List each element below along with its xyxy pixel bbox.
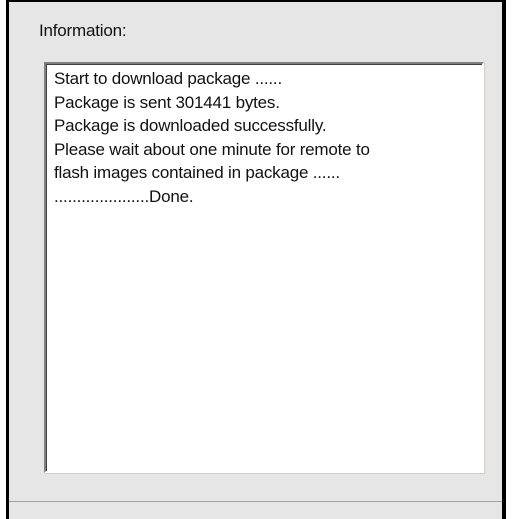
log-line: Package is sent 301441 bytes. (54, 92, 280, 112)
log-line: flash images contained in package ...... (54, 163, 340, 182)
log-line: Start to download package ...... (54, 69, 282, 88)
information-text: Start to download package ...... Package… (54, 67, 478, 208)
information-textarea[interactable]: Start to download package ...... Package… (44, 62, 484, 473)
log-line: Please wait about one minute for remote … (54, 139, 370, 159)
information-label: Information: (39, 21, 127, 40)
log-line: Package is downloaded successfully. (54, 116, 327, 135)
log-line: .....................Done. (54, 186, 194, 206)
divider (9, 501, 502, 502)
